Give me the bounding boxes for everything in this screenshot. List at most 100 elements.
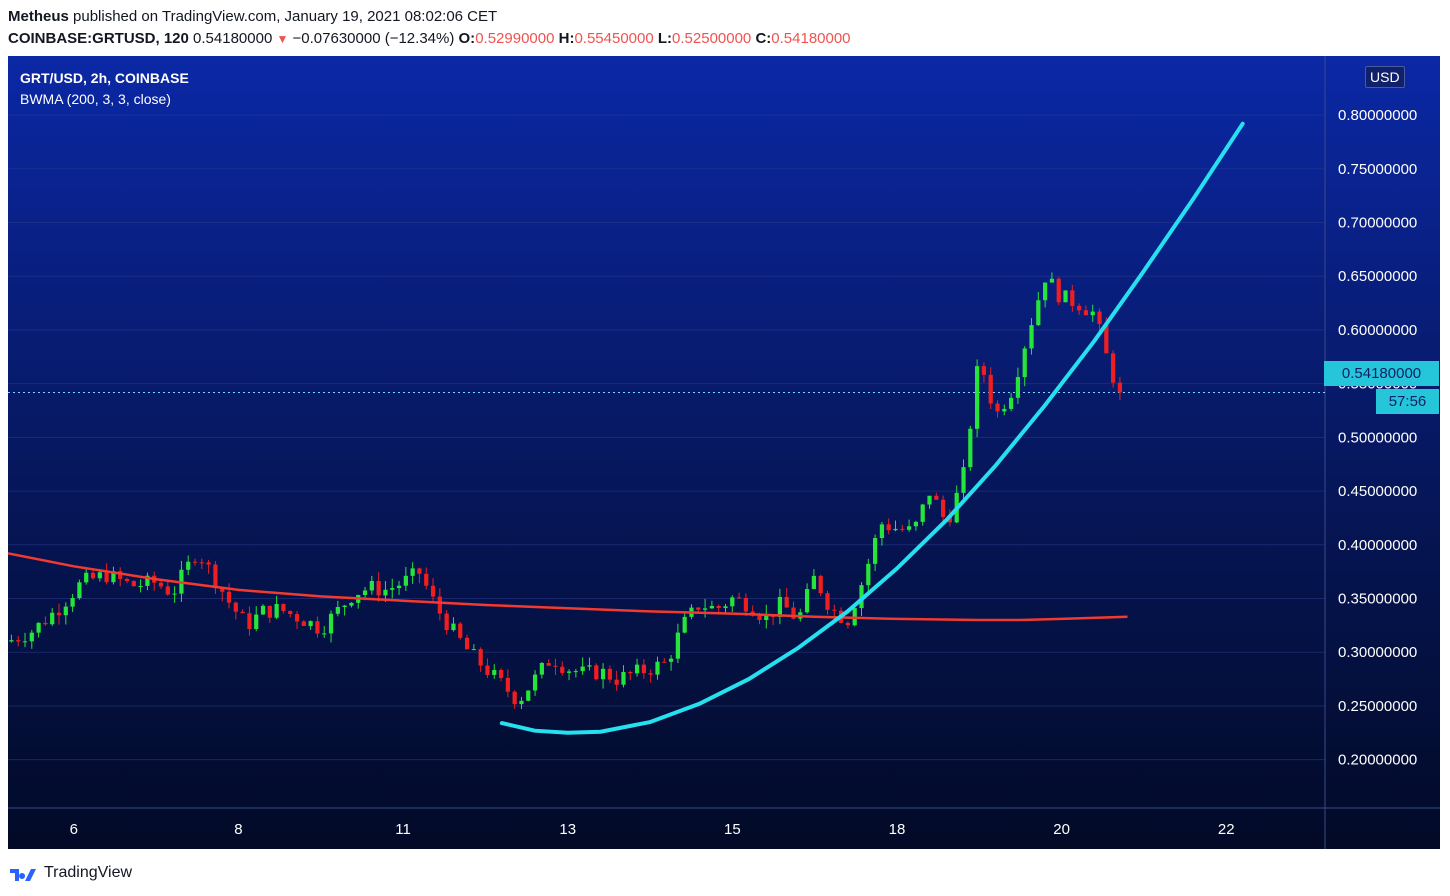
candle-body <box>886 524 891 531</box>
indicator-label: BWMA (200, 3, 3, close) <box>20 91 171 107</box>
candle-body <box>77 582 82 599</box>
currency-button[interactable]: USD <box>1365 66 1405 88</box>
candle-body <box>730 597 735 607</box>
candle-body <box>818 575 823 594</box>
candle-body <box>165 586 170 595</box>
candle-body <box>97 572 102 579</box>
candle-body <box>281 603 286 612</box>
candle-body <box>396 585 402 589</box>
candle-body <box>696 607 701 610</box>
candle-body <box>628 672 633 674</box>
candle-body <box>941 499 946 518</box>
candle-body <box>1117 382 1123 393</box>
candle-body <box>288 611 293 615</box>
candle-body <box>580 666 585 672</box>
candle-body <box>1015 377 1021 398</box>
candle-body <box>893 528 898 531</box>
candle-body <box>192 561 198 563</box>
candle-body <box>84 572 89 583</box>
candle-body <box>267 605 272 618</box>
candle-body <box>594 665 599 680</box>
candle-body <box>539 662 544 675</box>
candle-body <box>811 575 817 590</box>
candle-body <box>104 572 109 583</box>
candle-body <box>512 691 517 705</box>
time-tick-label: 11 <box>395 821 411 838</box>
candle-body <box>879 524 885 539</box>
candle-body <box>995 403 1000 412</box>
candle-body <box>1049 278 1055 283</box>
candle-body <box>1063 290 1068 303</box>
candle-body <box>260 605 266 615</box>
price-tick-label: 0.80000000 <box>1338 107 1417 124</box>
candle-body <box>63 606 68 616</box>
candle-body <box>124 578 130 582</box>
candle-body <box>294 614 300 622</box>
candle-body <box>70 598 75 607</box>
open-label: O: <box>458 30 476 47</box>
candle-body <box>22 641 28 643</box>
candle-body <box>675 632 680 659</box>
close-label: C: <box>755 30 772 47</box>
candle-body <box>376 581 381 596</box>
candle-body <box>328 613 334 634</box>
candle-body <box>757 615 762 621</box>
candle-body <box>709 605 714 609</box>
author-name: Metheus <box>8 8 69 25</box>
time-tick-label: 18 <box>889 821 906 838</box>
candle-body <box>1070 290 1075 306</box>
candle-body <box>36 622 41 633</box>
candle-body <box>634 664 640 674</box>
time-tick-label: 15 <box>724 821 741 838</box>
candle-body <box>621 672 626 685</box>
chart-legend: GRT/USD, 2h, COINBASE BWMA (200, 3, 3, c… <box>20 68 189 110</box>
time-tick-label: 20 <box>1053 821 1070 838</box>
candle-body <box>16 640 21 642</box>
candle-body <box>1090 311 1095 316</box>
candle-body <box>254 614 259 630</box>
candle-body <box>485 665 490 675</box>
candle-body <box>158 582 164 587</box>
symbol-title: GRT/USD, 2h, COINBASE <box>20 70 189 86</box>
candle-body <box>349 602 354 606</box>
high-value: 0.55450000 <box>574 30 654 47</box>
last-price-tag: 0.54180000 <box>1324 361 1439 386</box>
candle-body <box>315 621 320 634</box>
footer-brand[interactable]: TradingView <box>8 860 132 886</box>
candle-body <box>913 521 919 527</box>
candle-body <box>743 597 748 612</box>
candle-body <box>1056 278 1061 303</box>
candle-body <box>1002 408 1007 412</box>
candle-body <box>56 612 62 616</box>
candle-body <box>587 665 592 667</box>
candle-body <box>872 538 878 564</box>
candle-body <box>43 622 48 625</box>
price-tick-label: 0.20000000 <box>1338 752 1417 769</box>
candle-body <box>1009 397 1014 409</box>
candle-body <box>1077 305 1082 311</box>
candle-body <box>430 585 436 597</box>
candle-body <box>417 568 422 574</box>
price-change: −0.07630000 (−12.34%) <box>292 30 455 47</box>
price-chart[interactable]: 0.20000000 0.25000000 0.30000000 0.35000000… <box>8 56 1440 849</box>
price-tick-label: 0.35000000 <box>1338 591 1417 608</box>
candle-body <box>206 562 211 565</box>
candle-body <box>390 588 395 590</box>
candle-body <box>920 504 925 522</box>
candle-body <box>546 662 551 666</box>
candle-body <box>240 611 245 614</box>
candle-body <box>566 671 572 673</box>
candle-body <box>138 585 143 587</box>
time-tick-label: 6 <box>70 821 78 838</box>
price-tick-label: 0.25000000 <box>1338 698 1417 715</box>
candle-body <box>968 428 973 468</box>
candle-body <box>682 616 687 633</box>
candle-body <box>1111 353 1116 383</box>
candle-body <box>1083 310 1089 316</box>
candle-body <box>29 632 34 642</box>
candle-body <box>492 669 497 675</box>
candle-body <box>172 593 177 595</box>
candle-body <box>233 602 238 612</box>
high-label: H: <box>558 30 575 47</box>
candle-body <box>641 664 646 674</box>
